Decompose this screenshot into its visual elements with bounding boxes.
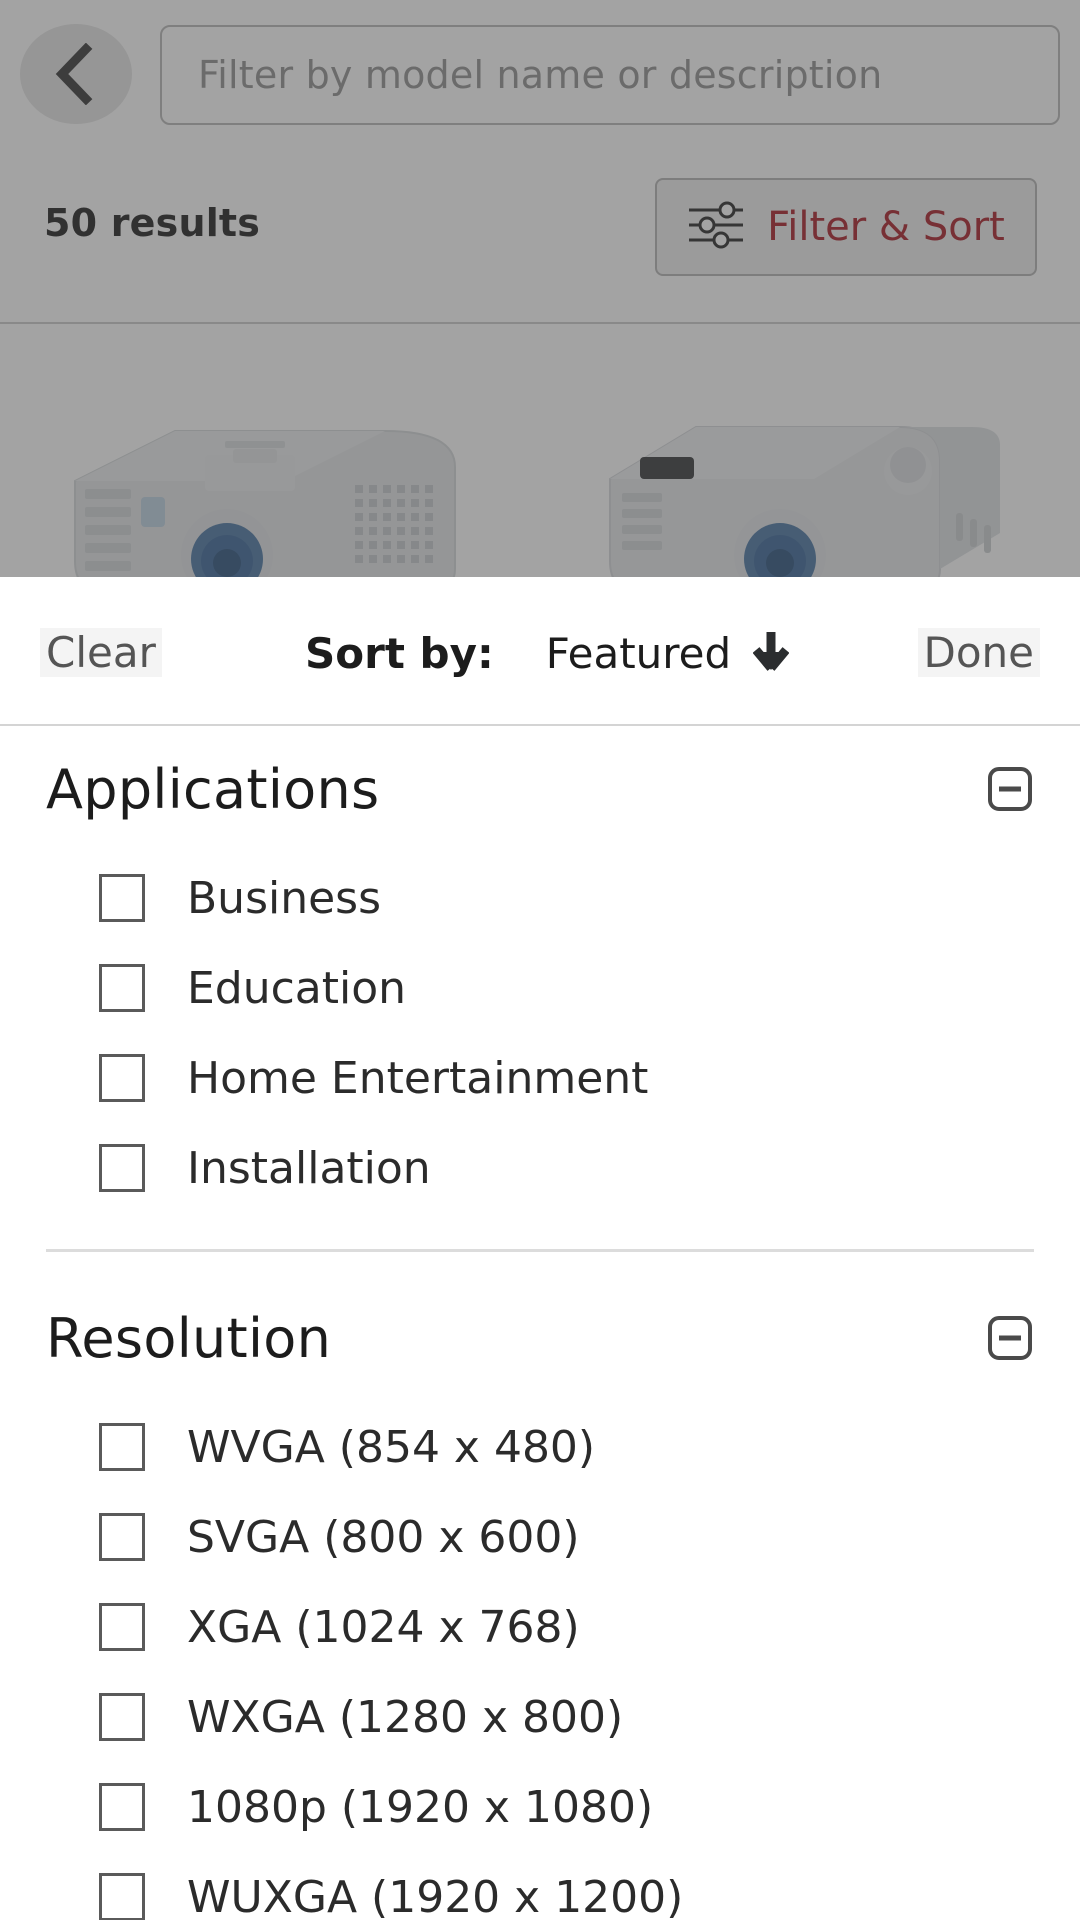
checkbox-box[interactable] <box>99 1693 145 1741</box>
checkbox-option[interactable]: WVGA (854 x 480) <box>46 1402 1034 1492</box>
checkbox-label: XGA (1024 x 768) <box>187 1601 580 1653</box>
checkbox-box[interactable] <box>99 1603 145 1651</box>
checkbox-option[interactable]: 1080p (1920 x 1080) <box>46 1762 1034 1852</box>
checkbox-box[interactable] <box>99 1783 145 1831</box>
product-grid <box>0 324 1080 584</box>
product-image-2[interactable] <box>600 409 1020 584</box>
filter-and-sort-label: Filter & Sort <box>767 204 1005 250</box>
sort-bar: Clear Sort by: Featured Done <box>0 577 1080 726</box>
facet-header-resolution[interactable]: Resolution <box>0 1274 1080 1402</box>
search-placeholder: Filter by model name or description <box>198 53 883 97</box>
search-input[interactable]: Filter by model name or description <box>160 25 1060 125</box>
checkbox-box[interactable] <box>99 1423 145 1471</box>
product-image-1[interactable] <box>55 419 475 584</box>
checkbox-option[interactable]: WUXGA (1920 x 1200) <box>46 1852 1034 1920</box>
facet-list: Applications Business Education Home Ent… <box>0 725 1080 1920</box>
facet-resolution: Resolution WVGA (854 x 480) SVGA (800 x … <box>0 1274 1080 1920</box>
facet-title: Applications <box>46 757 380 821</box>
results-header: Filter by model name or description 50 r… <box>0 0 1080 324</box>
chevron-left-icon <box>54 43 98 105</box>
checkbox-option[interactable]: SVGA (800 x 600) <box>46 1492 1034 1582</box>
results-count: 50 results <box>44 201 261 245</box>
sort-select[interactable]: Featured <box>545 629 790 678</box>
filter-and-sort-button[interactable]: Filter & Sort <box>655 178 1037 276</box>
minus-box-icon[interactable] <box>986 765 1034 813</box>
filter-sort-screen: Filter by model name or description 50 r… <box>0 0 1080 1920</box>
checkbox-label: Home Entertainment <box>187 1052 649 1104</box>
checkbox-label: Education <box>187 962 407 1014</box>
checkbox-option[interactable]: Education <box>46 943 1034 1033</box>
checkbox-label: WVGA (854 x 480) <box>187 1421 596 1473</box>
checkbox-option[interactable]: WXGA (1280 x 800) <box>46 1672 1034 1762</box>
facet-spacer <box>0 1252 1080 1274</box>
facet-divider <box>46 1249 1034 1252</box>
checkbox-label: WXGA (1280 x 800) <box>187 1691 624 1743</box>
facet-applications: Applications Business Education Home Ent… <box>0 725 1080 1252</box>
sort-value: Featured <box>545 629 732 678</box>
checkbox-label: WUXGA (1920 x 1200) <box>187 1871 684 1920</box>
clear-button[interactable]: Clear <box>40 628 162 678</box>
checkbox-box[interactable] <box>99 1054 145 1102</box>
checkbox-option[interactable]: Business <box>46 853 1034 943</box>
checkbox-label: SVGA (800 x 600) <box>187 1511 580 1563</box>
checkbox-box[interactable] <box>99 1873 145 1920</box>
checkbox-box[interactable] <box>99 874 145 922</box>
facet-options-applications: Business Education Home Entertainment In… <box>0 853 1080 1213</box>
checkbox-option[interactable]: Installation <box>46 1123 1034 1213</box>
checkbox-label: 1080p (1920 x 1080) <box>187 1781 654 1833</box>
checkbox-box[interactable] <box>99 964 145 1012</box>
facet-title: Resolution <box>46 1306 332 1370</box>
checkbox-box[interactable] <box>99 1513 145 1561</box>
filter-sort-sheet: Clear Sort by: Featured Done Application… <box>0 577 1080 1920</box>
checkbox-label: Installation <box>187 1142 431 1194</box>
checkbox-option[interactable]: XGA (1024 x 768) <box>46 1582 1034 1672</box>
sliders-icon <box>687 200 745 254</box>
arrow-down-icon <box>752 630 790 678</box>
facet-header-applications[interactable]: Applications <box>0 725 1080 853</box>
done-button[interactable]: Done <box>917 628 1040 678</box>
checkbox-box[interactable] <box>99 1144 145 1192</box>
checkbox-label: Business <box>187 872 382 924</box>
sort-by-label: Sort by: <box>305 629 494 678</box>
sort-control: Sort by: Featured <box>305 629 790 678</box>
checkbox-option[interactable]: Home Entertainment <box>46 1033 1034 1123</box>
facet-options-resolution: WVGA (854 x 480) SVGA (800 x 600) XGA (1… <box>0 1402 1080 1920</box>
minus-box-icon[interactable] <box>986 1314 1034 1362</box>
back-button[interactable] <box>20 24 132 124</box>
